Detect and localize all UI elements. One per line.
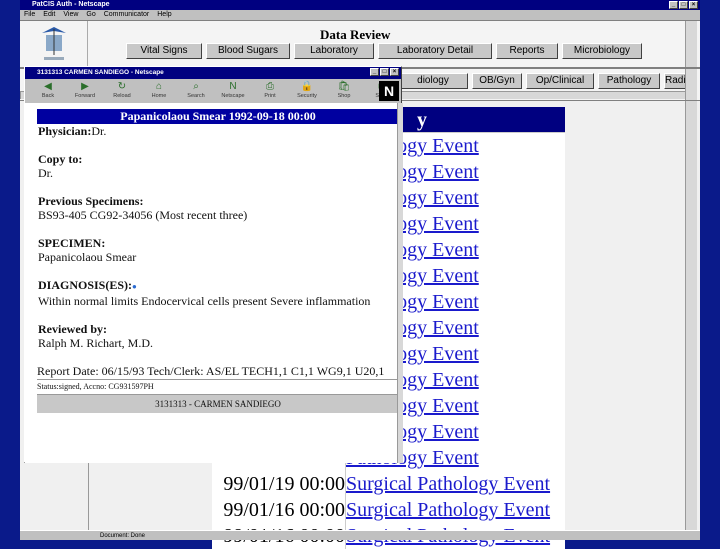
popup-minimize-button[interactable]: _ xyxy=(370,68,379,76)
status-text: Document: Done xyxy=(100,533,146,539)
toolbar-label: Forward xyxy=(74,93,96,99)
back-icon: ◀ xyxy=(44,81,52,92)
tab-pathology[interactable]: Pathology xyxy=(598,73,660,89)
menu-edit[interactable]: Edit xyxy=(43,10,55,20)
search-icon: ⌕ xyxy=(193,81,199,92)
report-popup-window: 3131313 CARMEN SANDIEGO - Netscape _ □ × ◀… xyxy=(24,66,403,463)
diagnosis-value: Within normal limits Endocervical cells … xyxy=(38,294,371,308)
toolbar-back-button[interactable]: ◀ Back xyxy=(31,80,65,102)
event-link[interactable]: Surgical Pathology Event xyxy=(345,471,565,497)
info-icon[interactable]: ● xyxy=(132,282,137,291)
menu-go[interactable]: Go xyxy=(86,10,95,20)
popup-title-bar: 3131313 CARMEN SANDIEGO - Netscape _ □ × xyxy=(25,67,401,79)
table-row: 99/01/16 00:00Surgical Pathology Event xyxy=(212,497,565,523)
toolbar-label: Print xyxy=(264,93,276,99)
popup-close-button[interactable]: × xyxy=(390,68,399,76)
security-icon: 🔒 xyxy=(300,81,314,92)
status-line: Status:signed, Accno: CG931597PH xyxy=(37,379,399,395)
reload-icon: ↻ xyxy=(117,81,127,92)
toolbar-netscape-button[interactable]: N Netscape xyxy=(216,80,250,102)
netscape-logo-icon: N xyxy=(379,81,399,101)
physician-value: Dr. xyxy=(91,124,107,138)
table-row: 99/01/19 00:00 Surgical Pathology Event xyxy=(212,471,565,497)
copy-to-label: Copy to: xyxy=(38,152,83,166)
header-frame: Data Review Vital Signs Blood Sugars Lab… xyxy=(20,20,700,68)
blood-sugars-button[interactable]: Blood Sugars xyxy=(206,43,290,59)
toolbar-label: Reload xyxy=(113,93,131,99)
toolbar-print-button[interactable]: ⎙ Print xyxy=(253,80,287,102)
report-date: Report Date: 06/15/93 Tech/Clerk: AS/EL … xyxy=(37,364,385,378)
menu-view[interactable]: View xyxy=(63,10,78,20)
reports-button[interactable]: Reports xyxy=(496,43,558,59)
toolbar-shop-button[interactable]: 🛍 Shop xyxy=(327,80,361,102)
diagnosis-label: DIAGNOSIS(ES): xyxy=(38,278,133,292)
toolbar-label: Security xyxy=(297,93,317,99)
results-scrollbar[interactable] xyxy=(685,101,697,531)
physician-label: Physician: xyxy=(38,124,92,138)
pathology-report: Papanicolaou Smear 1992-09-18 00:00 Phys… xyxy=(37,109,399,413)
menu-communicator[interactable]: Communicator xyxy=(104,10,150,20)
page-title: Data Review xyxy=(320,27,391,42)
microbiology-button[interactable]: Microbiology xyxy=(562,43,642,59)
maximize-button[interactable]: □ xyxy=(679,1,688,9)
toolbar-label: Back xyxy=(41,93,55,99)
report-title: Papanicolaou Smear 1992-09-18 00:00 xyxy=(37,109,399,124)
toolbar-label: Search xyxy=(187,93,205,99)
title-bar: PatCIS Auth - Netscape _ □ × xyxy=(20,0,700,10)
close-button[interactable]: × xyxy=(689,1,698,9)
toolbar-label: Shop xyxy=(337,93,351,99)
menu-bar: File Edit View Go Communicator Help xyxy=(20,10,700,20)
patient-footer: 3131313 - CARMEN SANDIEGO xyxy=(37,395,399,413)
toolbar-home-button[interactable]: ⌂ Home xyxy=(142,80,176,102)
popup-maximize-button[interactable]: □ xyxy=(380,68,389,76)
popup-title: 3131313 CARMEN SANDIEGO - Netscape xyxy=(37,69,164,76)
date-cell: 99/01/19 00:00 xyxy=(212,471,345,497)
hospital-logo-icon xyxy=(20,21,88,68)
toolbar-search-button[interactable]: ⌕ Search xyxy=(179,80,213,102)
print-icon: ⎙ xyxy=(266,81,274,92)
table-header: y xyxy=(417,109,427,131)
tab-radiology[interactable]: diology xyxy=(398,73,468,89)
menu-file[interactable]: File xyxy=(24,10,35,20)
laboratory-button[interactable]: Laboratory xyxy=(294,43,374,59)
header-scrollbar[interactable] xyxy=(685,21,697,68)
copy-to-value: Dr. xyxy=(38,166,53,180)
shop-icon: 🛍 xyxy=(337,81,351,92)
vital-signs-button[interactable]: Vital Signs xyxy=(126,43,202,59)
previous-specimens-value: BS93-405 CG92-34056 (Most recent three) xyxy=(38,208,248,222)
popup-content: Papanicolaou Smear 1992-09-18 00:00 Phys… xyxy=(25,103,403,463)
specimen-label: SPECIMEN: xyxy=(38,236,106,250)
toolbar-label: Home xyxy=(151,93,167,99)
previous-specimens-label: Previous Specimens: xyxy=(38,194,144,208)
menu-help[interactable]: Help xyxy=(157,10,171,20)
status-bar: Document: Done xyxy=(20,530,700,540)
window-title: PatCIS Auth - Netscape xyxy=(32,1,110,8)
home-icon: ⌂ xyxy=(155,81,163,92)
minimize-button[interactable]: _ xyxy=(669,1,678,9)
toolbar-label: Netscape xyxy=(221,93,245,99)
forward-icon: ▶ xyxy=(81,81,89,92)
specimen-value: Papanicolaou Smear xyxy=(38,250,137,264)
tabs-vertical-scrollbar[interactable] xyxy=(685,69,697,100)
popup-scrollbar[interactable] xyxy=(397,103,403,463)
tab-op-clinical[interactable]: Op/Clinical xyxy=(526,73,594,89)
reviewed-by-label: Reviewed by: xyxy=(38,322,107,336)
netscape-icon: N xyxy=(229,81,237,92)
toolbar-reload-button[interactable]: ↻ Reload xyxy=(105,80,139,102)
navigation-toolbar: ◀ Back ▶ Forward ↻ Reload ⌂ Home ⌕ Search N Netscap… xyxy=(31,80,398,102)
toolbar-security-button[interactable]: 🔒 Security xyxy=(290,80,324,102)
laboratory-detail-button[interactable]: Laboratory Detail xyxy=(378,43,492,59)
toolbar-forward-button[interactable]: ▶ Forward xyxy=(68,80,102,102)
date-cell: 99/01/16 00:00 xyxy=(212,497,345,523)
reviewed-by-value: Ralph M. Richart, M.D. xyxy=(38,336,153,350)
tab-ob-gyn[interactable]: OB/Gyn xyxy=(472,73,522,89)
event-link[interactable]: Surgical Pathology Event xyxy=(345,497,565,523)
